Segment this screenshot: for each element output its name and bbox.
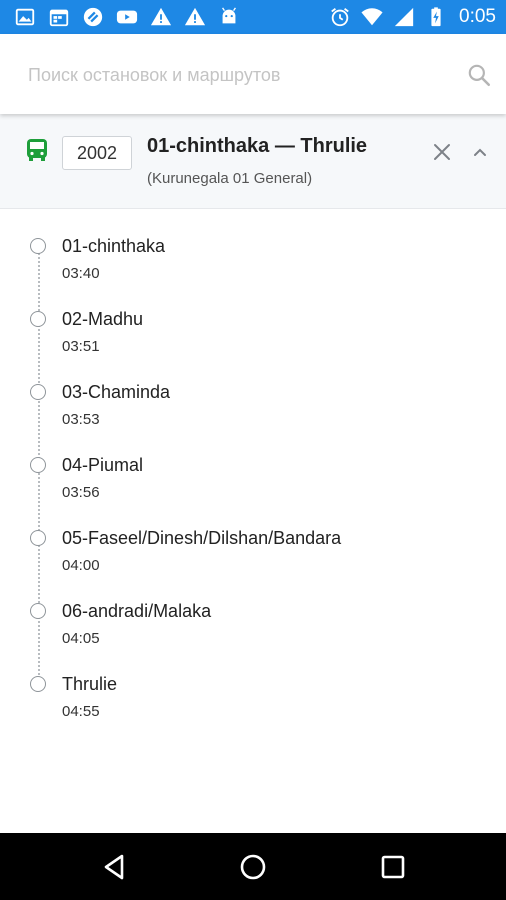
stop-name: 01-chinthaka: [62, 236, 166, 256]
recents-icon[interactable]: [377, 851, 409, 883]
home-icon[interactable]: [237, 851, 269, 883]
signal-icon: [394, 7, 414, 27]
stop-marker: [30, 676, 46, 692]
sync-icon: [83, 7, 103, 27]
stop-marker: [30, 311, 46, 327]
search-bar: [0, 34, 506, 114]
wifi-icon: [361, 8, 383, 26]
stop-time: 03:40: [62, 265, 100, 282]
stop-time: 04:00: [62, 557, 100, 574]
search-input[interactable]: [28, 60, 448, 90]
stop-time: 04:05: [62, 630, 100, 647]
navigation-bar: [0, 833, 506, 900]
close-icon[interactable]: [430, 140, 454, 164]
chevron-up-icon[interactable]: [468, 140, 492, 164]
stop-marker: [30, 603, 46, 619]
list-item[interactable]: 05-Faseel/Dinesh/Dilshan/Bandara 04:00: [0, 500, 506, 574]
back-icon[interactable]: [98, 851, 130, 883]
status-bar: 0:05: [0, 0, 506, 34]
stop-time: 03:56: [62, 484, 100, 501]
route-title: 01-chinthaka — Thrulie: [147, 135, 368, 157]
list-item[interactable]: Thrulie 04:55: [0, 646, 506, 720]
route-header: 2002 01-chinthaka — Thrulie (Kurunegala …: [0, 114, 506, 209]
search-icon[interactable]: [466, 62, 492, 88]
stop-name: 02-Madhu: [62, 309, 144, 329]
alarm-icon: [331, 8, 349, 27]
stop-name: 04-Piumal: [62, 455, 144, 475]
stop-name: 05-Faseel/Dinesh/Dilshan/Bandara: [62, 528, 342, 548]
list-item[interactable]: 01-chinthaka 03:40: [0, 208, 506, 282]
bus-icon: [27, 139, 47, 161]
list-item[interactable]: 02-Madhu 03:51: [0, 281, 506, 355]
stop-marker: [30, 384, 46, 400]
stop-time: 03:51: [62, 338, 100, 355]
stop-marker: [30, 238, 46, 254]
warning-icon: [184, 7, 206, 26]
clock: 0:05: [459, 6, 496, 27]
notification-icons: [14, 6, 240, 28]
route-number-badge: 2002: [62, 136, 132, 170]
list-item[interactable]: 03-Chaminda 03:53: [0, 354, 506, 428]
calendar-icon: [49, 9, 69, 27]
list-item[interactable]: 04-Piumal 03:56: [0, 427, 506, 501]
stop-marker: [30, 530, 46, 546]
route-subtitle: (Kurunegala 01 General): [147, 170, 313, 187]
stop-marker: [30, 457, 46, 473]
android-icon: [222, 7, 236, 24]
youtube-icon: [116, 10, 138, 24]
image-icon: [15, 8, 35, 26]
stop-name: 06-andradi/Malaka: [62, 601, 212, 621]
battery-charging-icon: [431, 7, 441, 27]
warning-icon: [150, 7, 172, 26]
system-icons: 0:05: [329, 6, 496, 28]
stop-time: 04:55: [62, 703, 100, 720]
stop-name: Thrulie: [62, 674, 118, 694]
stop-name: 03-Chaminda: [62, 382, 171, 402]
stop-time: 03:53: [62, 411, 100, 428]
list-item[interactable]: 06-andradi/Malaka 04:05: [0, 573, 506, 647]
